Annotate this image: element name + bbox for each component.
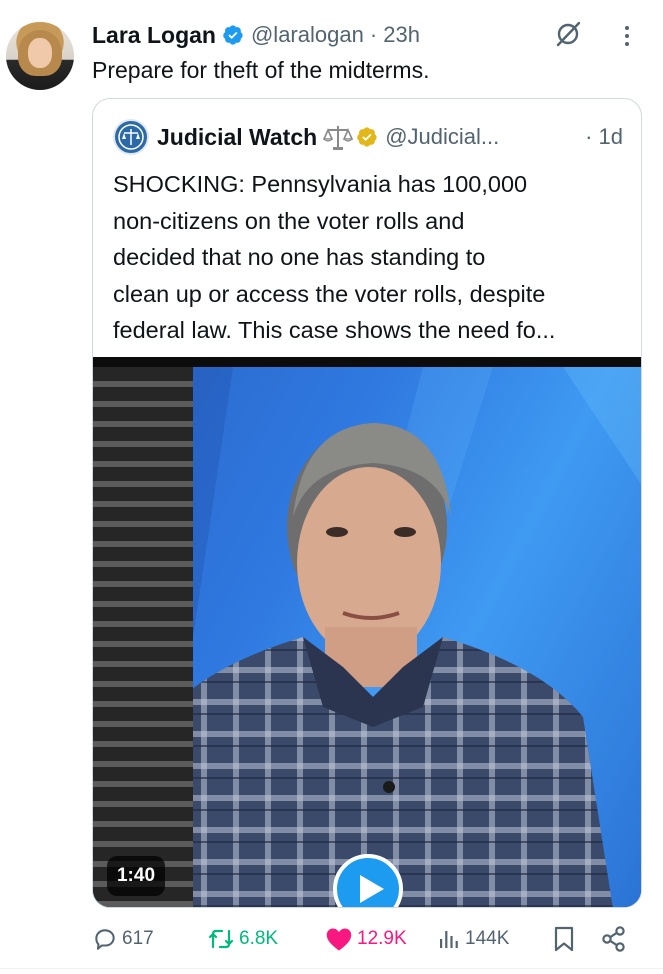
views-icon	[440, 931, 458, 948]
more-icon[interactable]	[619, 24, 635, 48]
repost-count: 6.8K	[239, 928, 279, 949]
quoted-header: Judicial Watch @Judicial... · 1d	[113, 119, 623, 155]
org-badge-icon	[357, 127, 377, 147]
action-bar: 617 6.8K 12.9K 144K	[0, 922, 663, 956]
video-background-stripes	[93, 367, 193, 907]
verified-badge-icon	[223, 25, 243, 45]
views-button[interactable]: 144K	[437, 922, 509, 956]
repost-button[interactable]: 6.8K	[207, 922, 278, 956]
quoted-tweet[interactable]: Judicial Watch @Judicial... · 1d SHOCKIN…	[92, 98, 642, 908]
quoted-text: SHOCKING: Pennsylvania has 100,000 non-c…	[113, 166, 628, 349]
reply-button[interactable]: 617	[92, 922, 154, 956]
reply-icon	[95, 929, 115, 950]
like-count: 12.9K	[357, 928, 407, 949]
post-time[interactable]: · 23h	[370, 22, 420, 48]
author-name[interactable]: Lara Logan	[92, 22, 216, 49]
scales-icon	[323, 126, 354, 150]
quoted-text-line: federal law. This case shows the need fo…	[113, 317, 556, 343]
retweet-icon	[208, 929, 234, 949]
author-row: Lara Logan @laralogan · 23h	[92, 18, 420, 52]
quoted-text-line: decided that no one has standing to	[113, 244, 486, 270]
quoted-text-line: clean up or access the voter rolls, desp…	[113, 280, 546, 307]
divider	[0, 968, 663, 969]
author-handle[interactable]: @laralogan	[251, 22, 364, 48]
views-count: 144K	[465, 928, 510, 949]
quoted-avatar[interactable]	[113, 119, 149, 155]
quoted-name: Judicial Watch	[157, 123, 318, 150]
share-button[interactable]	[600, 922, 628, 956]
avatar-face	[28, 38, 52, 68]
bookmark-button[interactable]	[552, 922, 576, 956]
quoted-time: · 1d	[585, 124, 623, 149]
video-player[interactable]: 1:40	[93, 357, 641, 908]
tweet-text: Prepare for theft of the midterms.	[92, 57, 430, 83]
grok-icon[interactable]	[553, 19, 583, 49]
author-avatar[interactable]	[6, 22, 74, 90]
video-duration: 1:40	[107, 856, 165, 896]
reply-count: 617	[122, 928, 154, 949]
like-button[interactable]: 12.9K	[325, 922, 407, 956]
quoted-handle: @Judicial...	[385, 124, 500, 149]
org-logo-icon	[118, 124, 144, 150]
share-icon	[602, 926, 625, 952]
quoted-text-line: SHOCKING: Pennsylvania has 100,000	[113, 171, 528, 197]
tweet[interactable]: Lara Logan @laralogan · 23h Prepare for …	[0, 0, 663, 974]
bookmark-icon	[554, 926, 574, 952]
like-icon	[326, 928, 352, 951]
play-icon[interactable]	[333, 854, 403, 908]
quoted-text-line: non-citizens on the voter rolls and	[113, 207, 465, 234]
